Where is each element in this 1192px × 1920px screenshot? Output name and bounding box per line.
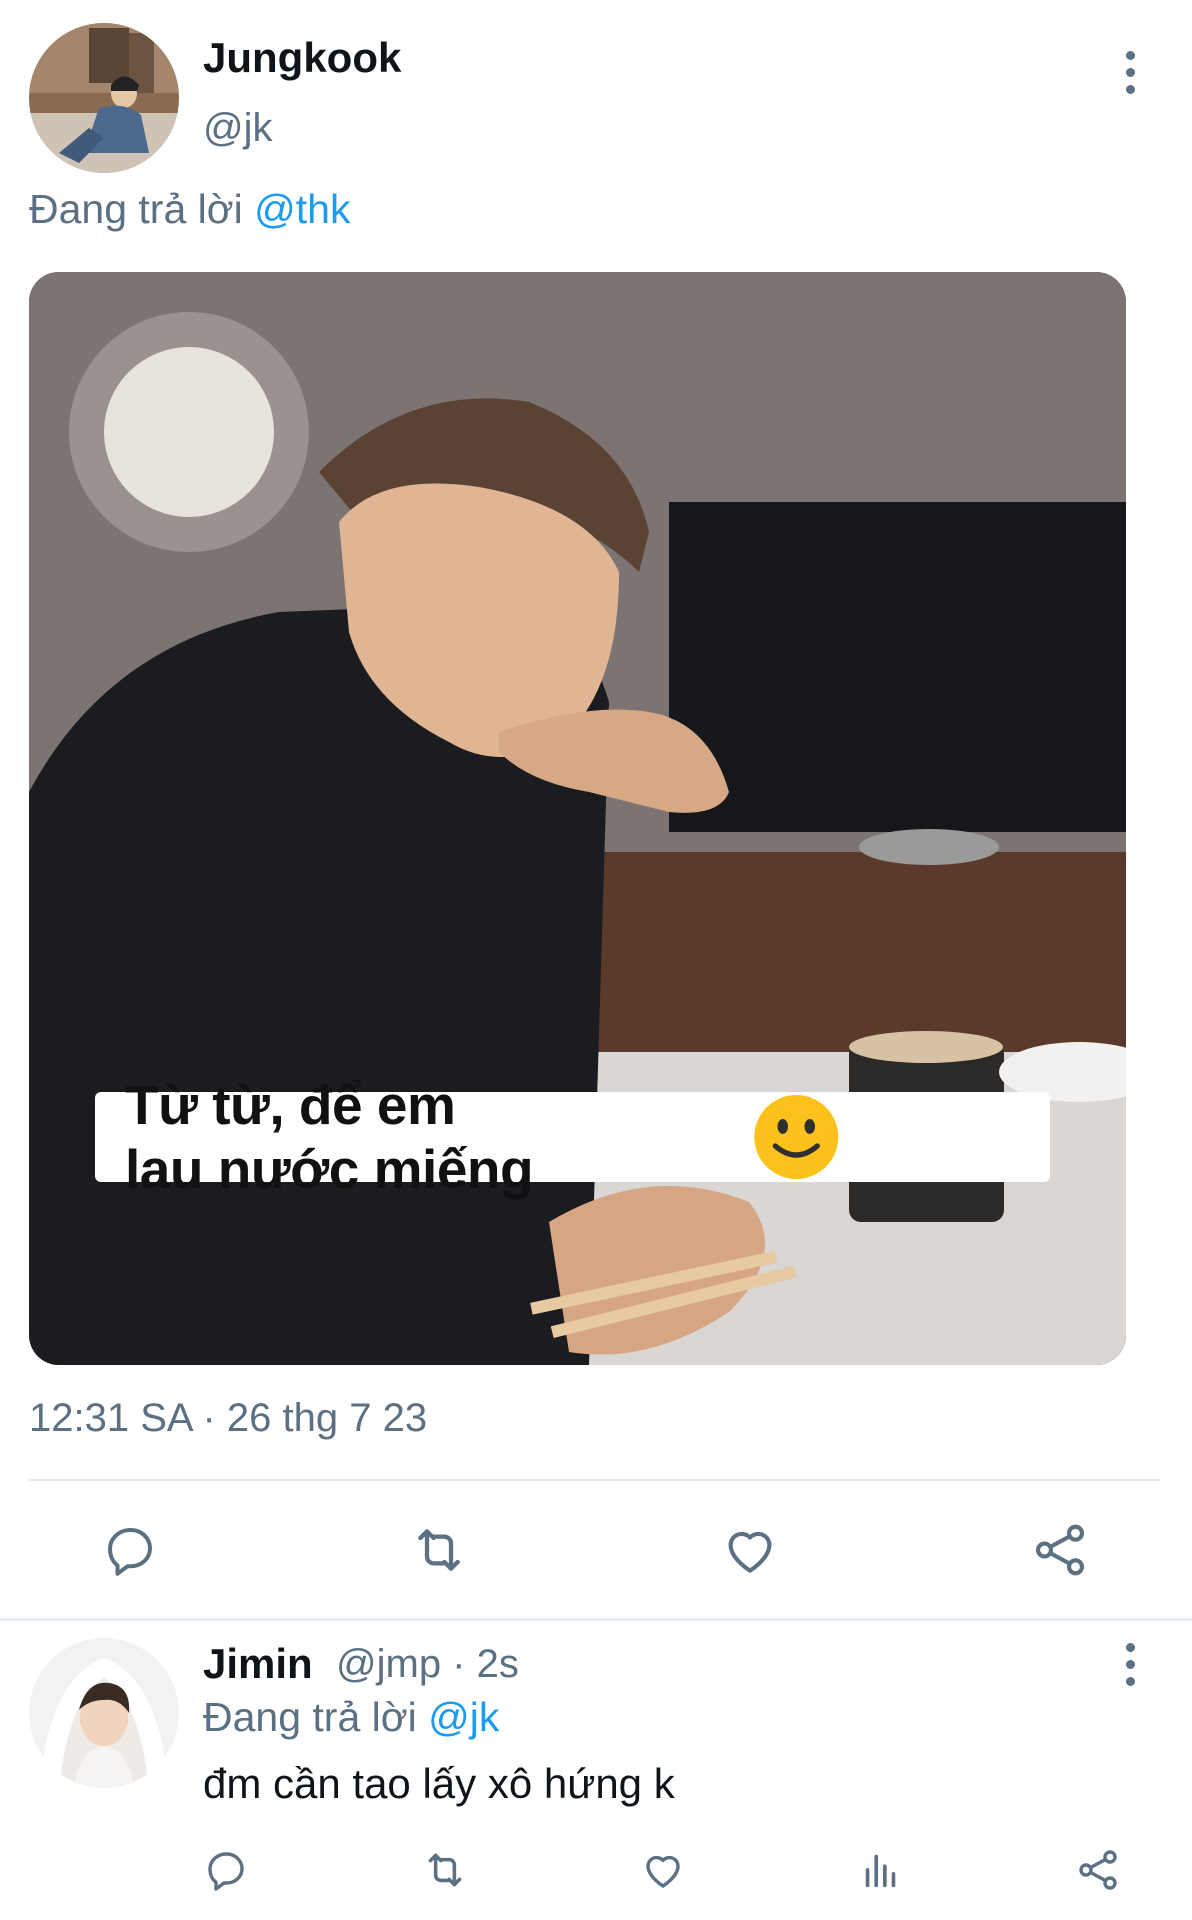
- divider: [29, 1479, 1161, 1481]
- reply-more-options-icon[interactable]: [1110, 1634, 1150, 1694]
- replying-to-mention[interactable]: @thk: [254, 186, 350, 232]
- reply-author-name[interactable]: Jimin: [203, 1640, 313, 1688]
- author-avatar[interactable]: [29, 23, 179, 173]
- reply-retweet-icon[interactable]: [419, 1844, 471, 1896]
- reply-reply-icon[interactable]: [200, 1844, 252, 1896]
- image-caption-box: Từ từ, để em lau nước miếng: [95, 1074, 1050, 1200]
- analytics-icon[interactable]: [855, 1844, 907, 1896]
- reply-author-avatar[interactable]: [29, 1638, 179, 1788]
- reply-share-icon[interactable]: [1072, 1844, 1124, 1896]
- author-name[interactable]: Jungkook: [203, 34, 401, 82]
- replying-to-line: Đang trả lời @thk: [29, 186, 350, 233]
- like-icon[interactable]: [718, 1518, 782, 1582]
- author-handle[interactable]: @jk: [203, 106, 273, 151]
- tweet-timestamp[interactable]: 12:31 SA · 26 thg 7 23: [29, 1396, 427, 1441]
- reply-replying-to-mention[interactable]: @jk: [428, 1694, 499, 1740]
- retweet-icon[interactable]: [407, 1518, 471, 1582]
- smiley-emoji-icon: [754, 1095, 839, 1179]
- tweet-image[interactable]: Từ từ, để em lau nước miếng: [29, 272, 1126, 1365]
- replying-prefix: Đang trả lời: [29, 186, 243, 232]
- reply-text: đm cần tao lấy xô hứng k: [203, 1760, 675, 1807]
- reply-replying-prefix: Đang trả lời: [203, 1694, 417, 1740]
- tweet-separator: [0, 1618, 1192, 1621]
- reply-meta[interactable]: @jmp · 2s: [336, 1642, 519, 1687]
- image-caption: Từ từ, để em lau nước miếng: [125, 1074, 534, 1200]
- share-icon[interactable]: [1028, 1518, 1092, 1582]
- more-options-icon[interactable]: [1110, 42, 1150, 102]
- reply-like-icon[interactable]: [637, 1844, 689, 1896]
- reply-icon[interactable]: [98, 1518, 162, 1582]
- reply-replying-to-line: Đang trả lời @jk: [203, 1694, 499, 1741]
- main-tweet: Jungkook @jk Đang trả lời @thk Từ từ, để…: [0, 0, 1192, 1620]
